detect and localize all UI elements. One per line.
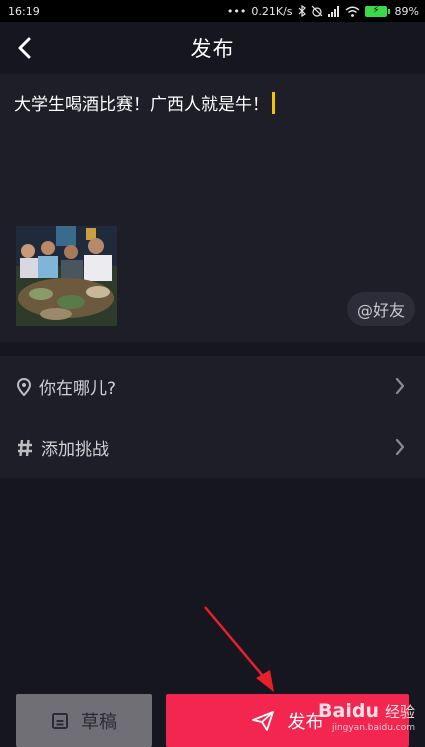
watermark-url: jingyan.baidu.com — [331, 723, 415, 733]
page-title: 发布 — [190, 37, 235, 61]
options-list: 你在哪儿? 添加挑战 — [0, 356, 425, 478]
compose-area: 大学生喝酒比赛！广西人就是牛！ @好友 — [0, 74, 425, 342]
draft-box-icon — [52, 712, 68, 729]
caption-text: 大学生喝酒比赛！广西人就是牛！ — [14, 95, 269, 115]
option-location[interactable]: 你在哪儿? — [0, 356, 425, 417]
battery-percent: 89% — [394, 4, 419, 18]
draft-label: 草稿 — [81, 711, 117, 733]
watermark-logo: Baidu — [318, 700, 379, 722]
draft-button[interactable]: 草稿 — [16, 694, 152, 747]
status-icons: ••• 0.21K/s ⚡ 89% — [227, 5, 419, 18]
status-bar: 16:19 ••• 0.21K/s ⚡ 89% — [0, 0, 425, 22]
send-icon — [251, 710, 274, 731]
thumbnail-image — [16, 226, 117, 326]
alarm-off-icon — [311, 5, 322, 17]
watermark-suffix: 经验 — [384, 702, 415, 721]
hashtag-icon — [18, 439, 32, 456]
battery-icon: ⚡ — [364, 5, 390, 17]
header: 发布 — [0, 22, 425, 74]
mention-friends-button[interactable]: @好友 — [346, 292, 415, 326]
chevron-right-icon — [395, 438, 405, 456]
option-challenge-label: 添加挑战 — [41, 440, 109, 460]
option-challenge[interactable]: 添加挑战 — [0, 417, 425, 478]
status-time: 16:19 — [8, 4, 40, 18]
video-thumbnail[interactable] — [16, 226, 117, 326]
baidu-logo: Baidu 经验 — [318, 700, 415, 722]
wifi-icon — [345, 6, 359, 17]
baidu-watermark: Baidu 经验 jingyan.baidu.com — [318, 700, 415, 733]
chevron-right-icon — [395, 377, 405, 395]
location-pin-icon — [17, 377, 31, 396]
bluetooth-icon — [298, 5, 306, 17]
caption-input[interactable]: 大学生喝酒比赛！广西人就是牛！ — [14, 90, 275, 115]
signal-icon — [327, 5, 339, 17]
option-location-label: 你在哪儿? — [39, 379, 117, 399]
network-speed: 0.21K/s — [251, 4, 293, 18]
back-button[interactable] — [8, 32, 40, 64]
mention-label: @好友 — [356, 301, 405, 320]
more-dots-icon: ••• — [226, 4, 247, 18]
section-divider — [0, 342, 425, 356]
chevron-left-icon — [18, 37, 31, 59]
text-caret — [272, 91, 275, 114]
